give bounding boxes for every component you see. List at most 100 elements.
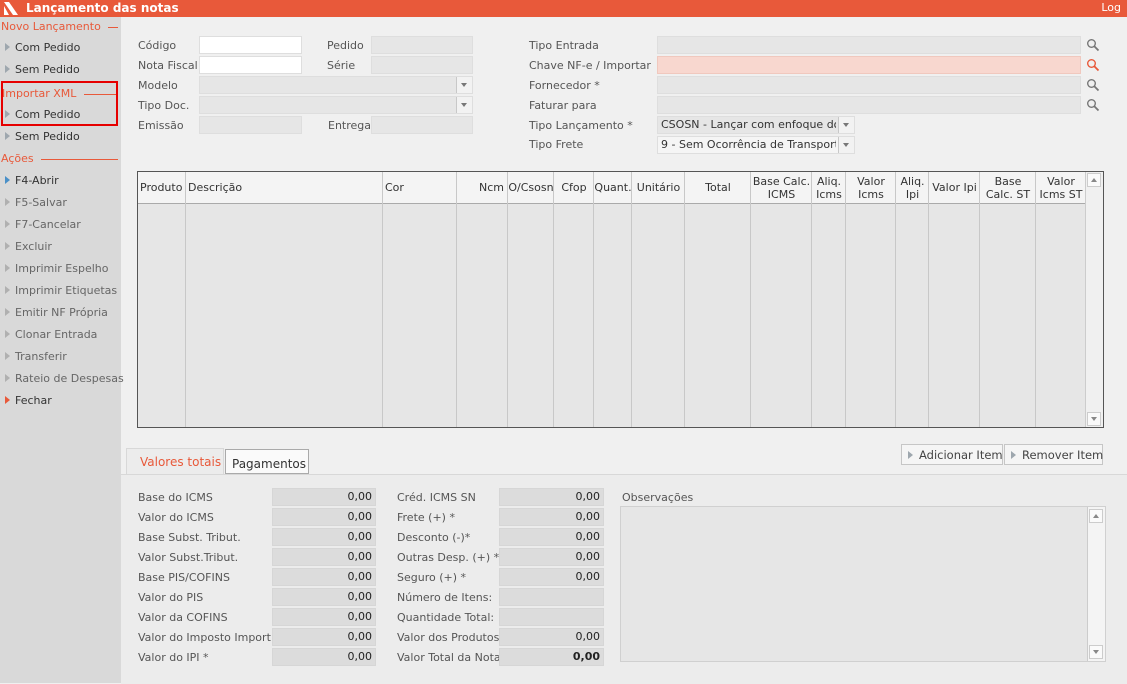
seguro-field[interactable]: 0,00 <box>499 568 604 586</box>
col-base-calc-icms[interactable]: Base Calc. ICMS <box>751 172 812 203</box>
total-label: Valor Subst.Tribut. <box>138 551 239 564</box>
pedido-field[interactable] <box>371 36 473 54</box>
observacoes-textarea[interactable] <box>620 506 1106 662</box>
sidebar-item-xml-sem-pedido[interactable]: Sem Pedido <box>5 130 80 143</box>
action-clonar-entrada[interactable]: Clonar Entrada <box>5 328 97 341</box>
entrega-field[interactable] <box>371 116 473 134</box>
chevron-down-icon[interactable] <box>456 77 472 93</box>
total-label: Base PIS/COFINS <box>138 571 230 584</box>
modelo-label: Modelo <box>138 79 178 92</box>
scroll-up-icon[interactable] <box>1087 173 1101 187</box>
total-label: Desconto (-)* <box>397 531 471 544</box>
col-cor[interactable]: Cor <box>383 172 457 203</box>
arrow-icon <box>5 176 10 184</box>
tab-valores-totais[interactable]: Valores totais <box>126 448 224 474</box>
desconto-field[interactable]: 0,00 <box>499 528 604 546</box>
chave-nfe-field[interactable] <box>657 56 1081 74</box>
scroll-down-icon[interactable] <box>1087 412 1101 426</box>
search-icon[interactable] <box>1086 98 1100 112</box>
arrow-icon <box>1011 450 1016 459</box>
col-valor-ipi[interactable]: Valor Ipi <box>929 172 980 203</box>
total-label: Quantidade Total: <box>397 611 495 624</box>
tipo-lancamento-dropdown[interactable]: CSOSN - Lançar com enfoque do <box>657 116 855 134</box>
action-imprimir-etiquetas[interactable]: Imprimir Etiquetas <box>5 284 117 297</box>
scroll-up-icon[interactable] <box>1089 509 1103 523</box>
col-quant[interactable]: Quant. <box>594 172 632 203</box>
emissao-label: Emissão <box>138 119 184 132</box>
col-descricao[interactable]: Descrição <box>186 172 383 203</box>
col-o-csosn[interactable]: O/Csosn <box>508 172 554 203</box>
window-title: Lançamento das notas <box>26 1 179 15</box>
total-label: Seguro (+) * <box>397 571 467 584</box>
col-produto[interactable]: Produto <box>138 172 186 203</box>
chevron-down-icon[interactable] <box>456 97 472 113</box>
log-link[interactable]: Log <box>1101 1 1121 14</box>
grid-scrollbar[interactable] <box>1085 172 1103 427</box>
total-value: 0,00 <box>272 488 376 506</box>
search-icon[interactable] <box>1086 38 1100 52</box>
total-value <box>499 588 604 606</box>
outras-desp-field[interactable]: 0,00 <box>499 548 604 566</box>
col-aliq-ipi[interactable]: Aliq. Ipi <box>896 172 929 203</box>
col-valor-icms[interactable]: Valor Icms <box>846 172 896 203</box>
col-unitario[interactable]: Unitário <box>632 172 685 203</box>
total-label: Valor da COFINS <box>138 611 228 624</box>
tipo-entrada-field[interactable] <box>657 36 1081 54</box>
sidebar-item-xml-com-pedido[interactable]: Com Pedido <box>5 108 80 121</box>
total-label: Outras Desp. (+) * <box>397 551 500 564</box>
col-cfop[interactable]: Cfop <box>554 172 594 203</box>
tab-pagamentos[interactable]: Pagamentos <box>225 449 309 474</box>
items-grid[interactable]: Produto Descrição Cor Ncm O/Csosn Cfop Q… <box>137 171 1104 428</box>
action-transferir[interactable]: Transferir <box>5 350 67 363</box>
search-icon[interactable] <box>1086 58 1100 72</box>
codigo-label: Código <box>138 39 177 52</box>
tipo-doc-dropdown[interactable] <box>199 96 473 114</box>
action-cancelar[interactable]: F7-Cancelar <box>5 218 81 231</box>
serie-field[interactable] <box>371 56 473 74</box>
action-emitir-nf-propria[interactable]: Emitir NF Própria <box>5 306 108 319</box>
total-label: Frete (+) * <box>397 511 455 524</box>
observacoes-label: Observações <box>622 491 694 504</box>
obs-scrollbar[interactable] <box>1087 507 1105 661</box>
chevron-down-icon[interactable] <box>838 137 854 153</box>
total-label: Valor do IPI * <box>138 651 209 664</box>
total-value: 0,00 <box>272 648 376 666</box>
modelo-dropdown[interactable] <box>199 76 473 94</box>
search-icon[interactable] <box>1086 78 1100 92</box>
entrega-label: Entrega <box>328 119 372 132</box>
action-excluir[interactable]: Excluir <box>5 240 52 253</box>
action-rateio-despesas[interactable]: Rateio de Despesas <box>5 372 124 385</box>
action-abrir[interactable]: F4-Abrir <box>5 174 59 187</box>
action-imprimir-espelho[interactable]: Imprimir Espelho <box>5 262 109 275</box>
fornecedor-field[interactable] <box>657 76 1081 94</box>
total-value: 0,00 <box>272 508 376 526</box>
arrow-icon <box>5 352 10 360</box>
chave-nfe-label: Chave NF-e / Importar <box>529 59 651 72</box>
remover-item-button[interactable]: Remover Item <box>1004 444 1103 465</box>
col-base-calc-st[interactable]: Base Calc. ST <box>980 172 1036 203</box>
col-ncm[interactable]: Ncm <box>457 172 508 203</box>
sidebar-item-novo-com-pedido[interactable]: Com Pedido <box>5 41 80 54</box>
nota-fiscal-field[interactable] <box>199 56 302 74</box>
valor-total-nota: 0,00 <box>499 648 604 666</box>
tipo-frete-dropdown[interactable]: 9 - Sem Ocorrência de Transporte <box>657 136 855 154</box>
total-value: 0,00 <box>499 488 604 506</box>
frete-field[interactable]: 0,00 <box>499 508 604 526</box>
sidebar-item-novo-sem-pedido[interactable]: Sem Pedido <box>5 63 80 76</box>
title-bar: Lançamento das notas Log <box>0 0 1127 17</box>
chevron-down-icon[interactable] <box>838 117 854 133</box>
emissao-field[interactable] <box>199 116 302 134</box>
faturar-para-field[interactable] <box>657 96 1081 114</box>
arrow-icon <box>5 286 10 294</box>
arrow-icon <box>5 330 10 338</box>
action-fechar[interactable]: Fechar <box>5 394 52 407</box>
codigo-field[interactable] <box>199 36 302 54</box>
fornecedor-label: Fornecedor * <box>529 79 600 92</box>
col-total[interactable]: Total <box>685 172 751 203</box>
col-valor-icms-st[interactable]: Valor Icms ST <box>1036 172 1086 203</box>
col-aliq-icms[interactable]: Aliq. Icms <box>812 172 846 203</box>
adicionar-item-button[interactable]: Adicionar Item <box>901 444 1003 465</box>
scroll-down-icon[interactable] <box>1089 645 1103 659</box>
action-salvar[interactable]: F5-Salvar <box>5 196 67 209</box>
total-label: Valor do ICMS <box>138 511 214 524</box>
